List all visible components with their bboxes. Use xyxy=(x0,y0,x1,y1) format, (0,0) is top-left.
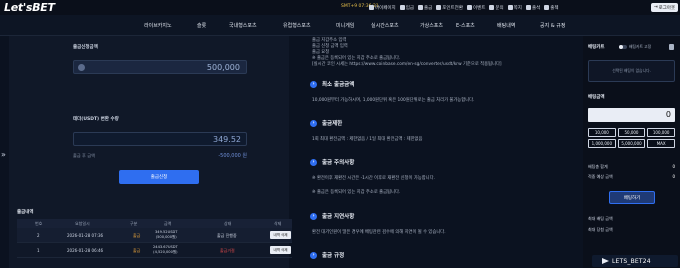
deposit-icon xyxy=(399,5,405,10)
top-header: Let'sBET SMT+9 07:36:21 마이페이지 입금 출금 포인트전… xyxy=(0,0,680,15)
coin-icon xyxy=(78,64,85,71)
nav-domestic-sports[interactable]: 국내형스포츠 xyxy=(229,22,257,29)
arrow-right-icon: › xyxy=(310,80,317,88)
nav-virtual-sports[interactable]: 가상스포츠 xyxy=(420,22,443,29)
top-menu-message[interactable]: 쪽지 xyxy=(507,3,522,12)
point-icon xyxy=(436,5,442,10)
expand-sidebar-icon[interactable]: » xyxy=(1,150,6,159)
logout-button[interactable]: ⇥ 로그아웃 xyxy=(651,3,678,12)
status-badge: 출금 진행중 xyxy=(217,233,237,238)
empty-betslip-message: 선택된 배팅이 없습니다. xyxy=(588,60,675,82)
main-nav: 라이브카지노 슬롯 국내형스포츠 유럽형스포츠 미니게임 실시간스포츠 가상스포… xyxy=(0,15,680,36)
top-menu-inquiry[interactable]: 문의 xyxy=(489,3,504,12)
place-bet-button[interactable]: 배팅하기 xyxy=(609,191,655,204)
gift-icon xyxy=(466,5,472,10)
expected-win-row: 적중 예상 금액 0 xyxy=(588,174,675,179)
withdraw-info: 출금 지갑주소 입력 출금 신청 금액 입력 출금 요청 ※ 출금은 등록되어 … xyxy=(310,38,502,259)
chip-5000000[interactable]: 5,000,000 xyxy=(617,139,646,148)
table-row: 1 2026-01-28 06:46 출금 2443.67USDT (4,520,… xyxy=(17,243,292,258)
chip-50000[interactable]: 50,000 xyxy=(617,128,646,137)
nav-europe-sports[interactable]: 유럽형스포츠 xyxy=(283,22,311,29)
bet-amount-input[interactable]: 0 xyxy=(588,108,675,122)
nav-slot[interactable]: 슬롯 xyxy=(197,22,206,29)
arrow-right-icon: › xyxy=(310,212,317,220)
top-menu-mypage[interactable]: 마이페이지 xyxy=(369,3,396,12)
after-withdraw-row: 출금 후 금액 -500,000 원 xyxy=(73,153,247,159)
chip-max[interactable]: MAX xyxy=(647,139,675,148)
top-menu-withdraw[interactable]: 출금 xyxy=(417,3,432,12)
delete-history-button[interactable]: 내역 삭제 xyxy=(270,246,291,254)
after-withdraw-value: -500,000 원 xyxy=(218,153,247,159)
calendar-icon xyxy=(525,5,531,10)
chip-100000[interactable]: 100,000 xyxy=(647,128,675,137)
table-row: 2 2026-01-28 07:36 출금 349.52USDT (500,000… xyxy=(17,228,292,243)
top-menu-check[interactable]: 출첵 xyxy=(544,3,559,12)
history-table: 번호 요청일시 구분 금액 상태 삭제 2 2026-01-28 07:36 출… xyxy=(17,219,292,258)
section-min-withdraw: › 최소 출금금액 xyxy=(310,80,354,88)
section-withdraw-notes: › 출금 주의사항 xyxy=(310,158,354,166)
top-menu-deposit[interactable]: 입금 xyxy=(399,3,414,12)
section-withdraw-limit: › 출금제한 xyxy=(310,119,342,127)
user-icon xyxy=(369,5,374,10)
top-menu-attendance[interactable]: 출석 xyxy=(525,3,540,12)
withdraw-icon xyxy=(417,5,423,10)
telegram-button[interactable]: LETS_BET24 xyxy=(592,255,678,267)
nav-minigame[interactable]: 미니게임 xyxy=(336,22,354,29)
chip-1000000[interactable]: 1,000,000 xyxy=(588,139,616,148)
telegram-icon xyxy=(602,258,609,264)
withdraw-panel: 출금신청금액 500,000 테더(USDT) 변환 수량 349.52 출금 … xyxy=(9,36,292,268)
logout-icon: ⇥ xyxy=(653,5,658,10)
amount-chips: 10,000 50,000 100,000 1,000,000 5,000,00… xyxy=(588,128,675,148)
top-menu-point[interactable]: 포인트전환 xyxy=(436,3,463,12)
withdraw-amount-input[interactable]: 500,000 xyxy=(73,60,247,74)
amount-label: 출금신청금액 xyxy=(73,45,98,50)
nav-bet-history[interactable]: 배팅내역 xyxy=(497,22,515,29)
max-bet-label: 최대 배팅 금액 xyxy=(588,216,613,221)
fix-cart-toggle[interactable] xyxy=(619,45,627,49)
site-logo[interactable]: Let'sBET xyxy=(4,1,55,14)
check-icon xyxy=(544,5,550,10)
arrow-right-icon: › xyxy=(310,251,317,259)
usdt-amount-field: 349.52 xyxy=(73,132,247,146)
nav-notice-rules[interactable]: 공지 & 규정 xyxy=(540,22,565,29)
total-bet-row: 배팅총 합계 0 xyxy=(588,164,675,169)
question-icon xyxy=(489,5,495,10)
delete-history-button[interactable]: 내역 삭제 xyxy=(270,231,291,239)
betslip-title: 배팅카트 xyxy=(588,45,605,50)
arrow-right-icon: › xyxy=(310,119,317,127)
table-header: 번호 요청일시 구분 금액 상태 삭제 xyxy=(17,219,292,228)
status-badge: 출금거절 xyxy=(220,248,235,253)
nav-esports[interactable]: E-스포츠 xyxy=(456,22,475,29)
max-win-label: 최대 당첨 금액 xyxy=(588,227,613,232)
top-icon-menu: 마이페이지 입금 출금 포인트전환 이벤트 문의 쪽지 출석 출첵 xyxy=(369,3,559,12)
withdraw-apply-button[interactable]: 출금신청 xyxy=(119,170,199,184)
mail-icon xyxy=(507,5,513,10)
nav-live-casino[interactable]: 라이브카지노 xyxy=(144,22,172,29)
chip-10000[interactable]: 10,000 xyxy=(588,128,616,137)
nav-live-sports[interactable]: 실시간스포츠 xyxy=(371,22,399,29)
bet-slip: 배팅카트 배팅카트 고정 선택된 배팅이 없습니다. 배팅금액 0 10,000… xyxy=(583,36,680,268)
arrow-right-icon: › xyxy=(310,158,317,166)
section-withdraw-rules: › 출금 규정 xyxy=(310,251,344,259)
bet-amount-title: 배팅금액 xyxy=(588,95,605,100)
trash-icon[interactable] xyxy=(669,44,674,50)
top-menu-event[interactable]: 이벤트 xyxy=(466,3,485,12)
section-withdraw-delay: › 출금 지연사항 xyxy=(310,212,354,220)
history-title: 출금내역 xyxy=(17,210,34,215)
usdt-label: 테더(USDT) 변환 수량 xyxy=(73,117,119,122)
